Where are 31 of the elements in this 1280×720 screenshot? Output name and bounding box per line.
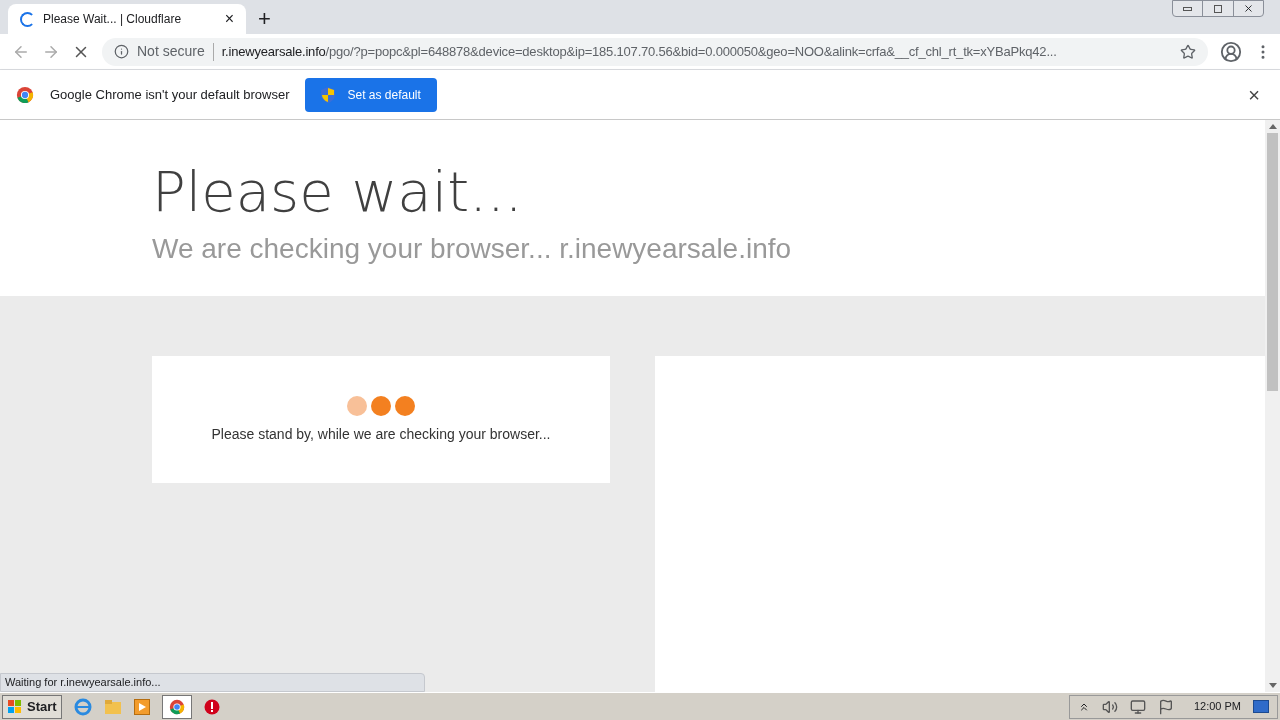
- scrollbar[interactable]: [1265, 120, 1280, 692]
- url-text: r.inewyearsale.info/pgo/?p=popc&pl=648878&device=desktop&ip=185.107.70.56&bid=0.000050&geo=NOO&alink=crfa&__cf_chl_rt_tk=xYBaPkq42...: [221, 42, 1057, 61]
- new-tab-button[interactable]: +: [258, 8, 271, 30]
- close-infobar-button[interactable]: ×: [1248, 84, 1260, 105]
- clock: 12:00 PM: [1193, 699, 1241, 715]
- profile-icon[interactable]: [1220, 40, 1242, 63]
- media-player-icon[interactable]: [133, 698, 150, 715]
- bookmark-star-icon[interactable]: [1180, 43, 1196, 60]
- status-message: Please stand by, while we are checking your browser...: [211, 425, 551, 444]
- security-label: Not secure: [137, 42, 205, 61]
- scroll-up-icon[interactable]: [1268, 124, 1277, 129]
- chrome-logo-icon: [16, 85, 34, 104]
- browser-tab[interactable]: Please Wait... | Cloudflare ×: [8, 4, 246, 34]
- page-title: Please wait...: [152, 160, 524, 224]
- shield-icon: [321, 86, 336, 103]
- close-tab-button[interactable]: ×: [224, 11, 234, 27]
- flag-icon[interactable]: [1157, 698, 1174, 715]
- tab-title: Please Wait... | Cloudflare: [43, 11, 183, 28]
- start-button[interactable]: Start: [2, 694, 62, 719]
- info-icon[interactable]: [114, 44, 129, 59]
- windows-logo-icon: [7, 698, 23, 715]
- chrome-logo-icon: [168, 698, 185, 715]
- address-bar[interactable]: Not secure r.inewyearsale.info/pgo/?p=popc&pl=648878&device=desktop&ip=185.107.70.56&bid=0.000050&geo=NOO&alink=crfa&__cf_chl_rt_tk=xYBaPkq42...: [102, 37, 1208, 66]
- chrome-taskbar-button[interactable]: [161, 694, 192, 719]
- restore-icon[interactable]: [1202, 1, 1234, 16]
- scroll-down-icon[interactable]: [1268, 683, 1277, 688]
- infobar-message: Google Chrome isn't your default browser: [50, 85, 290, 104]
- status-bubble: Waiting for r.inewyearsale.info...: [0, 673, 425, 692]
- set-default-button[interactable]: Set as default: [305, 77, 437, 112]
- volume-icon[interactable]: [1101, 698, 1118, 715]
- page-subtitle: We are checking your browser... r.inewyearsale.info: [152, 232, 793, 266]
